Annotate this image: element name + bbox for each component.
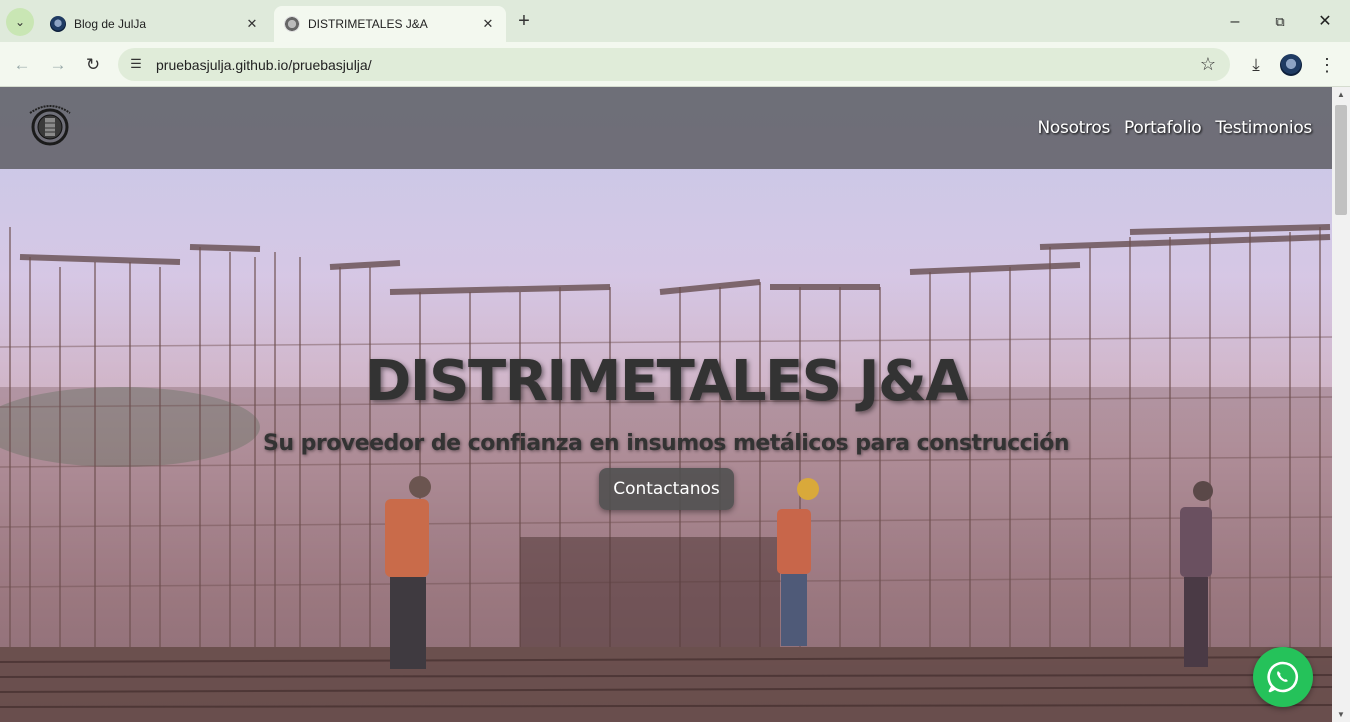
tab-title: DISTRIMETALES J&A bbox=[308, 17, 428, 31]
browser-toolbar: ← → ↻ ☰ pruebasjulja.github.io/pruebasju… bbox=[0, 42, 1350, 87]
hero-subtitle: Su proveedor de confianza en insumos met… bbox=[263, 431, 1070, 456]
tune-icon[interactable]: ☰ bbox=[128, 56, 144, 72]
star-icon[interactable]: ☆ bbox=[1200, 54, 1216, 75]
forward-arrow-icon[interactable]: → bbox=[45, 52, 71, 78]
restore-icon[interactable]: ⧉ bbox=[1267, 9, 1293, 35]
page-scrollbar[interactable]: ▲ ▼ bbox=[1332, 87, 1350, 722]
tab-title: Blog de JulJa bbox=[74, 17, 147, 31]
hero-title: DISTRIMETALES J&A bbox=[364, 349, 969, 414]
whatsapp-button[interactable] bbox=[1253, 647, 1313, 707]
nav-link-nosotros[interactable]: Nosotros bbox=[1038, 118, 1111, 138]
kebab-menu-icon[interactable]: ⋮ bbox=[1314, 52, 1340, 78]
scroll-down-icon[interactable]: ▼ bbox=[1332, 710, 1350, 719]
nav-link-portafolio[interactable]: Portafolio bbox=[1124, 118, 1202, 138]
page-viewport: Nosotros Portafolio Testimonios DISTRIME… bbox=[0, 87, 1332, 722]
site-favicon-icon bbox=[284, 16, 300, 32]
globe-avatar-icon bbox=[50, 16, 66, 32]
address-bar[interactable]: ☰ pruebasjulja.github.io/pruebasjulja/ ☆ bbox=[118, 48, 1230, 81]
tab-blog-de-julja[interactable]: Blog de JulJa ✕ bbox=[40, 6, 270, 42]
url-text[interactable]: pruebasjulja.github.io/pruebasjulja/ bbox=[156, 57, 372, 73]
chevron-down-icon: ⌄ bbox=[14, 15, 26, 29]
close-icon[interactable]: ✕ bbox=[244, 16, 260, 32]
contact-button[interactable]: Contactanos bbox=[599, 468, 734, 510]
company-logo[interactable] bbox=[24, 99, 76, 151]
tab-search-button[interactable]: ⌄ bbox=[6, 8, 34, 36]
minimize-icon[interactable]: – bbox=[1222, 9, 1248, 35]
reload-icon[interactable]: ↻ bbox=[80, 52, 106, 78]
scrollbar-thumb[interactable] bbox=[1335, 105, 1347, 215]
new-tab-button[interactable]: + bbox=[512, 10, 536, 34]
profile-avatar[interactable] bbox=[1280, 54, 1302, 76]
back-arrow-icon[interactable]: ← bbox=[9, 52, 35, 78]
close-window-icon[interactable]: ✕ bbox=[1312, 9, 1338, 35]
close-icon[interactable]: ✕ bbox=[480, 16, 496, 32]
main-nav: Nosotros Portafolio Testimonios bbox=[1038, 118, 1313, 138]
nav-link-testimonios[interactable]: Testimonios bbox=[1215, 118, 1312, 138]
site-navbar: Nosotros Portafolio Testimonios bbox=[0, 87, 1332, 169]
scroll-up-icon[interactable]: ▲ bbox=[1332, 90, 1350, 99]
tab-strip: ⌄ Blog de JulJa ✕ DISTRIMETALES J&A ✕ + … bbox=[0, 0, 1350, 42]
whatsapp-icon bbox=[1267, 661, 1299, 693]
worker-figure-1 bbox=[385, 476, 431, 669]
tab-distrimetales[interactable]: DISTRIMETALES J&A ✕ bbox=[274, 6, 506, 42]
download-icon[interactable]: ⤓ bbox=[1243, 52, 1269, 78]
